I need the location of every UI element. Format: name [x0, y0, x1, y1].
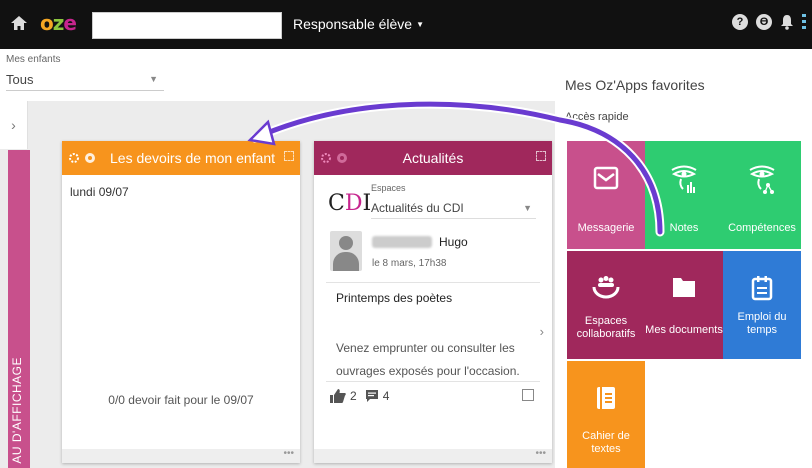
- space-label: Espaces: [371, 183, 406, 193]
- app-tile-label: Mes documents: [645, 324, 723, 336]
- dashboard-side-tab[interactable]: AU D'AFFICHAGE: [8, 150, 30, 468]
- like-count: 2: [350, 389, 357, 403]
- eye-chart-icon: [671, 165, 697, 193]
- quick-access-label: Accès rapide: [565, 111, 629, 123]
- children-select-value: Tous: [6, 72, 34, 87]
- expand-icon[interactable]: [536, 151, 546, 161]
- chevron-right-icon: ›: [11, 117, 16, 133]
- help-icon[interactable]: ?: [732, 14, 748, 30]
- homework-date: lundi 09/07: [70, 185, 129, 199]
- notebook-icon: [597, 387, 615, 409]
- bell-icon[interactable]: [780, 14, 794, 30]
- like-icon[interactable]: [330, 389, 346, 403]
- oze-logo[interactable]: oze: [40, 11, 77, 35]
- app-tile-label: Compétences: [728, 222, 796, 234]
- chevron-down-icon: ▼: [149, 74, 158, 84]
- app-tile-label: Messagerie: [577, 222, 635, 234]
- divider: [326, 282, 540, 283]
- children-selector-bar: Mes enfants Tous ▼: [0, 49, 555, 101]
- app-tile-timetable[interactable]: Emploi du temps: [723, 251, 801, 359]
- space-select[interactable]: Actualités du CDI ▼: [371, 201, 536, 219]
- top-bar: oze Responsable élève ▼ ? ϴ: [0, 0, 812, 49]
- app-tile-label: Emploi du temps: [737, 311, 787, 336]
- chevron-down-icon: ▼: [416, 20, 425, 29]
- more-options-button[interactable]: •••: [314, 449, 552, 463]
- children-select[interactable]: Tous ▼: [6, 69, 164, 91]
- apps-menu-icon[interactable]: [802, 14, 806, 30]
- search-input[interactable]: [92, 12, 282, 39]
- top-icons: ? ϴ: [732, 14, 806, 30]
- app-tile-documents[interactable]: Mes documents: [645, 251, 723, 359]
- author-name: Hugo: [439, 235, 468, 249]
- cdi-logo: CDI: [328, 191, 372, 216]
- app-tile-label: Notes: [669, 222, 699, 234]
- role-selector[interactable]: Responsable élève ▼: [293, 16, 424, 32]
- role-label: Responsable élève: [293, 16, 413, 32]
- post-title[interactable]: Printemps des poètes: [336, 291, 452, 305]
- calendar-icon: [751, 276, 773, 301]
- app-tile-textbook[interactable]: Cahier de textes: [567, 361, 645, 468]
- chevron-right-icon[interactable]: ›: [540, 324, 544, 339]
- divider: [326, 381, 540, 382]
- space-select-value: Actualités du CDI: [371, 201, 464, 215]
- homework-widget-title: Les devoirs de mon enfant: [110, 150, 275, 166]
- post-date: le 8 mars, 17h38: [372, 258, 447, 269]
- app-tile-notes[interactable]: Notes: [645, 141, 723, 249]
- comment-icon[interactable]: [365, 389, 379, 403]
- settings-icon[interactable]: [320, 150, 352, 166]
- more-options-button[interactable]: •••: [62, 449, 300, 463]
- comment-count: 4: [382, 389, 390, 403]
- eye-network-icon: [749, 165, 775, 194]
- user-account-icon[interactable]: ϴ: [756, 14, 772, 30]
- favorite-apps-title: Mes Oz'Apps favorites: [565, 77, 705, 93]
- homework-widget-header: Les devoirs de mon enfant: [62, 141, 300, 175]
- homework-widget: Les devoirs de mon enfant lundi 09/07 0/…: [62, 141, 300, 463]
- settings-icon[interactable]: [68, 150, 100, 166]
- app-tile-label: Espaces collaboratifs: [576, 315, 636, 340]
- children-label: Mes enfants: [6, 54, 61, 65]
- post-reactions: 2 4: [330, 389, 389, 403]
- app-tile-collaborative-spaces[interactable]: Espaces collaboratifs: [567, 251, 645, 359]
- app-tile-messaging[interactable]: Messagerie: [567, 141, 645, 249]
- folder-icon: [673, 278, 695, 297]
- expand-icon[interactable]: [284, 151, 294, 161]
- group-icon: [592, 276, 620, 299]
- homework-status: 0/0 devoir fait pour le 09/07: [108, 393, 254, 407]
- news-widget-header: Actualités: [314, 141, 552, 175]
- expand-panel-button[interactable]: ›: [0, 101, 28, 149]
- side-tab-label: AU D'AFFICHAGE: [10, 357, 24, 464]
- app-tile-skills[interactable]: Compétences: [723, 141, 801, 249]
- news-widget: Actualités CDI Espaces Actualités du CDI…: [314, 141, 552, 463]
- external-link-icon[interactable]: [522, 389, 534, 401]
- envelope-icon: [593, 166, 619, 190]
- home-icon[interactable]: [10, 14, 28, 32]
- post-body: Venez emprunter ou consulter les ouvrage…: [336, 341, 520, 378]
- author-redacted: [372, 236, 432, 248]
- app-tile-label: Cahier de textes: [582, 430, 630, 455]
- avatar: [330, 231, 362, 271]
- chevron-down-icon: ▼: [523, 203, 532, 213]
